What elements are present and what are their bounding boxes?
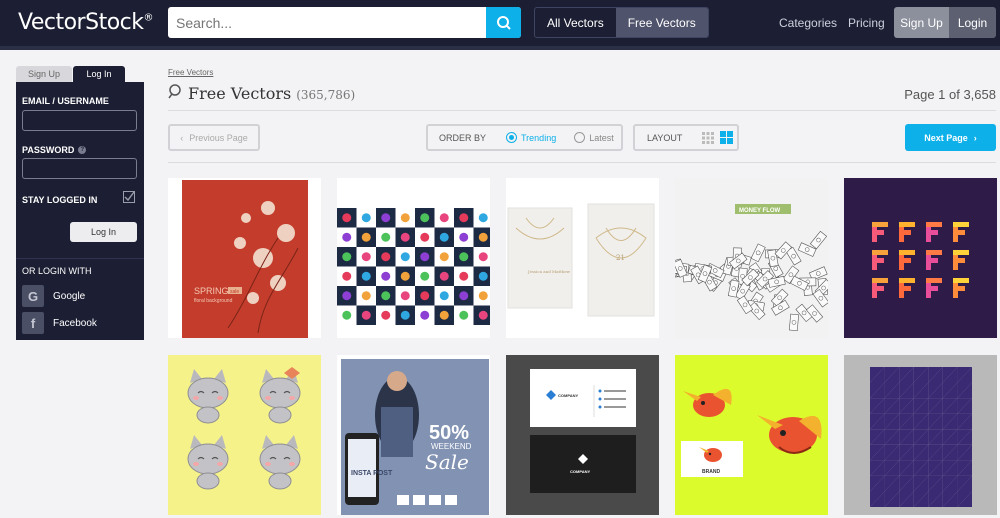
- order-latest-option[interactable]: Latest: [574, 132, 614, 143]
- nav-categories[interactable]: Categories: [779, 16, 837, 30]
- vector-thumbnail-wedding-cards[interactable]: Jessica and Matthew 21: [506, 178, 659, 338]
- order-by-control: ORDER BY Trending Latest: [426, 124, 623, 151]
- vector-thumbnail-logos[interactable]: [337, 178, 490, 338]
- chevron-left-icon: ‹: [180, 132, 184, 143]
- vector-thumbnail-weekend-sale[interactable]: INSTA POST 50% WEEKEND Sale: [337, 355, 490, 515]
- chevron-right-icon: ›: [973, 132, 977, 143]
- next-page-button[interactable]: Next Page ›: [905, 124, 996, 151]
- help-icon[interactable]: ?: [78, 146, 87, 154]
- header-divider: [168, 110, 996, 111]
- order-by-label: ORDER BY: [439, 132, 487, 143]
- grid-large-icon[interactable]: [720, 131, 734, 144]
- layout-control: LAYOUT: [633, 124, 739, 151]
- google-icon: G: [22, 285, 44, 307]
- vector-thumbnail-geometric[interactable]: [844, 355, 997, 515]
- layout-label: LAYOUT: [647, 132, 683, 143]
- navbar-divider: [0, 46, 1000, 50]
- order-trending-label: Trending: [521, 132, 557, 143]
- spring-floral-image: SPRING sale floral background: [168, 178, 321, 338]
- vector-thumbnail-money-flow[interactable]: MONEY FLOW: [675, 178, 828, 338]
- card-company-front: COMPANY: [558, 393, 578, 398]
- vector-thumbnail-birds[interactable]: BRAND: [675, 355, 828, 515]
- search-button[interactable]: [486, 7, 521, 38]
- login-divider: [16, 258, 144, 259]
- weekend-sale-image: INSTA POST 50% WEEKEND Sale: [337, 355, 490, 515]
- wedding-cards-image: Jessica and Matthew 21: [506, 178, 659, 338]
- page-title-text: Free Vectors: [188, 84, 292, 103]
- grid-small-icon[interactable]: [702, 131, 715, 144]
- google-login-button[interactable]: G Google: [22, 285, 85, 307]
- login-panel: EMAIL / USERNAME PASSWORD ? STAY LOGGED …: [16, 82, 144, 340]
- breadcrumb[interactable]: Free Vectors: [168, 68, 213, 77]
- nav-pricing[interactable]: Pricing: [848, 16, 885, 30]
- logo-set-image: [337, 178, 490, 338]
- card-names: Jessica and Matthew: [527, 269, 571, 274]
- password-label: PASSWORD: [22, 145, 75, 155]
- stay-logged-in-checkbox[interactable]: [123, 191, 135, 203]
- spring-subtitle: floral background: [194, 298, 233, 304]
- tab-login[interactable]: Log In: [73, 66, 125, 82]
- radio-latest[interactable]: [574, 132, 586, 143]
- stay-logged-in-label: STAY LOGGED IN: [22, 195, 98, 205]
- vector-thumbnail-spring[interactable]: SPRING sale floral background: [168, 178, 321, 338]
- spring-tag: sale: [230, 289, 239, 295]
- search-icon: [168, 84, 181, 99]
- bird-logos-image: BRAND: [675, 355, 828, 515]
- sale-word: Sale: [425, 450, 469, 474]
- logo-text: VectorStock: [18, 10, 144, 35]
- vectorstock-logo[interactable]: VectorStock®: [18, 10, 153, 35]
- password-label-row: PASSWORD ?: [22, 145, 87, 155]
- page-indicator: Page 1 of 3,658: [904, 87, 996, 102]
- insta-post-text: INSTA POST: [351, 470, 393, 477]
- login-button[interactable]: Log In: [70, 222, 137, 242]
- cats-image: [168, 355, 321, 515]
- email-field[interactable]: [22, 110, 137, 131]
- search-icon: [496, 15, 511, 30]
- card-company-back: COMPANY: [570, 469, 590, 474]
- radio-trending[interactable]: [506, 132, 518, 143]
- google-label: Google: [53, 290, 86, 302]
- logo-registered-mark: ®: [143, 12, 154, 24]
- result-count: (365,786): [296, 88, 356, 102]
- search-input[interactable]: [168, 7, 486, 38]
- previous-page-label: Previous Page: [189, 132, 248, 143]
- bird-brand-text: BRAND: [702, 469, 720, 475]
- header-signup-button[interactable]: Sign Up: [894, 7, 949, 38]
- sale-percent: 50%: [429, 422, 469, 444]
- spring-text: SPRING: [194, 286, 229, 296]
- vector-thumbnail-cats[interactable]: [168, 355, 321, 515]
- filter-all-vectors[interactable]: All Vectors: [535, 8, 616, 37]
- facebook-icon: f: [22, 312, 44, 334]
- business-card-image: COMPANY COMPANY: [506, 355, 659, 515]
- letter-f-logos-image: [844, 178, 997, 338]
- vector-thumbnail-business-card[interactable]: COMPANY COMPANY: [506, 355, 659, 515]
- password-field[interactable]: [22, 158, 137, 179]
- money-flow-banner: MONEY FLOW: [739, 208, 781, 214]
- search-bar: [168, 7, 521, 38]
- previous-page-button[interactable]: ‹ Previous Page: [168, 124, 260, 151]
- vector-thumbnail-letter-f[interactable]: [844, 178, 997, 338]
- next-page-label: Next Page: [924, 132, 968, 143]
- or-login-with-label: OR LOGIN WITH: [22, 266, 92, 276]
- order-trending-option[interactable]: Trending: [506, 132, 556, 143]
- tab-signup[interactable]: Sign Up: [16, 66, 72, 82]
- toolbar-divider: [168, 162, 996, 163]
- page-title: Free Vectors (365,786): [168, 83, 355, 103]
- geometric-pattern-image: [844, 355, 997, 515]
- money-flow-image: MONEY FLOW: [675, 178, 828, 338]
- filter-free-vectors[interactable]: Free Vectors: [615, 8, 708, 37]
- order-latest-label: Latest: [589, 132, 614, 143]
- card-date: 21: [616, 254, 625, 262]
- email-label: EMAIL / USERNAME: [22, 96, 109, 106]
- facebook-label: Facebook: [53, 317, 97, 329]
- facebook-login-button[interactable]: f Facebook: [22, 312, 97, 334]
- top-navbar: VectorStock® All Vectors Free Vectors Ca…: [0, 0, 1000, 46]
- vector-filter-toggle: All Vectors Free Vectors: [534, 7, 709, 38]
- header-login-button[interactable]: Login: [949, 7, 996, 38]
